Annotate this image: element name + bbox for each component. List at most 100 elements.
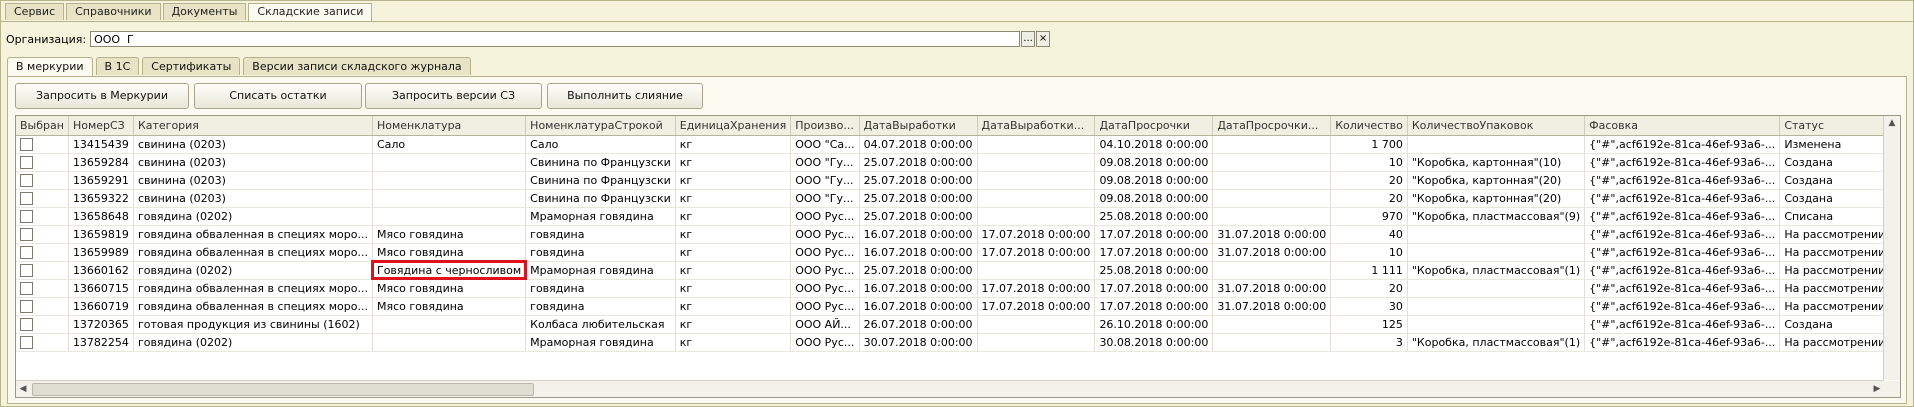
cell-production-date: 25.07.2018 0:00:00 xyxy=(859,189,978,208)
horizontal-scroll-thumb[interactable] xyxy=(32,383,534,396)
cell-production-date: 16.07.2018 0:00:00 xyxy=(859,279,978,298)
column-header-production-date[interactable]: ДатаВыработки xyxy=(859,116,978,136)
cell-selected[interactable] xyxy=(16,333,69,352)
table-row[interactable]: 13659989 говядина обваленная в специях мо… xyxy=(16,243,1900,262)
cell-selected[interactable] xyxy=(16,261,69,280)
cell-expiry-date-end xyxy=(1212,333,1332,352)
cell-selected[interactable] xyxy=(16,315,69,334)
table-row[interactable]: 13659291 свинина (0203) Свинина по Француз… xyxy=(16,171,1900,190)
row-checkbox[interactable] xyxy=(20,335,33,349)
cell-nomenclature-string: Сало xyxy=(525,135,676,154)
column-header-nomenclature-string[interactable]: НоменклатураСтрокой xyxy=(525,116,676,136)
cell-packing: {"#",acf6192e-81ca-46ef-93a6-... xyxy=(1584,297,1781,316)
column-header-selected[interactable]: Выбран xyxy=(16,116,69,136)
table-row[interactable]: 13659322 свинина (0203) Свинина по Француз… xyxy=(16,189,1900,208)
cell-packing: {"#",acf6192e-81ca-46ef-93a6-... xyxy=(1584,189,1781,208)
cell-package-count xyxy=(1407,243,1586,262)
horizontal-scrollbar[interactable]: ◀ ▶ xyxy=(16,380,1884,397)
cell-production-date-end xyxy=(977,207,1096,226)
cell-expiry-date: 30.08.2018 0:00:00 xyxy=(1094,333,1214,352)
cell-nomenclature-string: Мраморная говядина xyxy=(525,207,676,226)
cell-selected[interactable] xyxy=(16,243,69,262)
table-row[interactable]: 13660719 говядина обваленная в специях мо… xyxy=(16,297,1900,316)
cell-expiry-date-end: 31.07.2018 0:00:00 xyxy=(1212,279,1332,298)
cell-package-count xyxy=(1407,297,1586,316)
cell-selected[interactable] xyxy=(16,153,69,172)
cell-selected[interactable] xyxy=(16,189,69,208)
column-header-expiry-date[interactable]: ДатаПросрочки xyxy=(1094,116,1214,136)
column-header-category[interactable]: Категория xyxy=(133,116,373,136)
cell-selected[interactable] xyxy=(16,207,69,226)
cell-category: свинина (0203) xyxy=(133,135,373,154)
table-row[interactable]: 13659819 говядина обваленная в специях мо… xyxy=(16,225,1900,244)
row-checkbox[interactable] xyxy=(20,137,33,151)
cell-selected[interactable] xyxy=(16,225,69,244)
table-row[interactable]: 13659284 свинина (0203) Свинина по Француз… xyxy=(16,153,1900,172)
tab-journal-versions[interactable]: Версии записи складского журнала xyxy=(243,57,471,75)
cell-selected[interactable] xyxy=(16,135,69,154)
row-checkbox[interactable] xyxy=(20,209,33,223)
column-header-expiry-date-end[interactable]: ДатаПросрочки... xyxy=(1212,116,1332,136)
column-header-storage-unit[interactable]: ЕдиницаХранения xyxy=(675,116,792,136)
write-off-button[interactable]: Списать остатки xyxy=(194,83,362,109)
row-checkbox[interactable] xyxy=(20,263,33,277)
scroll-up-icon[interactable]: ▲ xyxy=(1884,116,1900,130)
table-row[interactable]: 13658648 говядина (0202) Мраморная говядин… xyxy=(16,207,1900,226)
cell-quantity: 1 111 xyxy=(1330,261,1408,280)
row-checkbox[interactable] xyxy=(20,317,33,331)
table-row[interactable]: 13660715 говядина обваленная в специях мо… xyxy=(16,279,1900,298)
row-checkbox[interactable] xyxy=(20,191,33,205)
records-table: Выбран НомерСЗ Категория Номенклатура Номенк… xyxy=(15,115,1901,398)
row-checkbox[interactable] xyxy=(20,227,33,241)
cell-storage-unit: кг xyxy=(675,297,792,316)
request-versions-button[interactable]: Запросить версии СЗ xyxy=(365,83,542,109)
tab-references[interactable]: Справочники xyxy=(66,3,161,20)
cell-package-count xyxy=(1407,315,1586,334)
request-mercury-button[interactable]: Запросить в Меркурии xyxy=(15,83,189,109)
cell-selected[interactable] xyxy=(16,297,69,316)
tab-in-1c[interactable]: В 1С xyxy=(95,57,140,75)
organization-clear-button[interactable]: × xyxy=(1036,31,1051,47)
tab-in-mercury[interactable]: В меркурии xyxy=(7,57,93,77)
table-row[interactable]: 13660162 говядина (0202) Говядина с чернос… xyxy=(16,260,1900,280)
cell-packing: {"#",acf6192e-81ca-46ef-93a6-... xyxy=(1584,333,1781,352)
cell-nomenclature-string: Свинина по Французски xyxy=(525,171,676,190)
tab-service[interactable]: Сервис xyxy=(5,3,65,20)
vertical-scrollbar[interactable]: ▲ xyxy=(1883,116,1900,380)
cell-package-count xyxy=(1407,279,1586,298)
table-row[interactable]: 13415439 свинина (0203) Сало Сало кг ООО "Са.… xyxy=(16,135,1900,154)
scroll-right-icon[interactable]: ▶ xyxy=(1870,381,1884,397)
scroll-left-icon[interactable]: ◀ xyxy=(16,381,30,397)
cell-production-date: 30.07.2018 0:00:00 xyxy=(859,333,978,352)
column-header-quantity[interactable]: Количество xyxy=(1330,116,1408,136)
tab-documents[interactable]: Документы xyxy=(162,3,247,20)
row-checkbox[interactable] xyxy=(20,281,33,295)
table-row[interactable]: 13782254 говядина (0202) Мраморная говядин… xyxy=(16,333,1900,352)
column-header-sz-number[interactable]: НомерСЗ xyxy=(68,116,134,136)
cell-selected[interactable] xyxy=(16,279,69,298)
organization-select-button[interactable]: ... xyxy=(1021,31,1036,47)
merge-button[interactable]: Выполнить слияние xyxy=(547,83,703,109)
cell-storage-unit: кг xyxy=(675,171,792,190)
column-header-packing[interactable]: Фасовка xyxy=(1584,116,1781,136)
cell-storage-unit: кг xyxy=(675,243,792,262)
column-header-package-count[interactable]: КоличествоУпаковок xyxy=(1407,116,1586,136)
tab-certificates[interactable]: Сертификаты xyxy=(142,57,241,75)
row-checkbox[interactable] xyxy=(20,245,33,259)
row-checkbox[interactable] xyxy=(20,173,33,187)
cell-producer: ООО Рус... xyxy=(790,333,860,352)
row-checkbox[interactable] xyxy=(20,299,33,313)
row-checkbox[interactable] xyxy=(20,155,33,169)
cell-nomenclature xyxy=(372,153,527,172)
cell-expiry-date-end xyxy=(1212,315,1332,334)
cell-storage-unit: кг xyxy=(675,189,792,208)
cell-nomenclature: Мясо говядина xyxy=(372,243,527,262)
column-header-production-date-end[interactable]: ДатаВыработки... xyxy=(977,116,1096,136)
tab-warehouse-records[interactable]: Складские записи xyxy=(248,3,373,22)
column-header-nomenclature[interactable]: Номенклатура xyxy=(372,116,527,136)
organization-field[interactable] xyxy=(90,31,1021,47)
column-header-producer[interactable]: Произво... xyxy=(790,116,860,136)
cell-selected[interactable] xyxy=(16,171,69,190)
cell-production-date-end: 17.07.2018 0:00:00 xyxy=(977,297,1096,316)
table-row[interactable]: 13720365 готовая продукция из свинины (16… xyxy=(16,315,1900,334)
